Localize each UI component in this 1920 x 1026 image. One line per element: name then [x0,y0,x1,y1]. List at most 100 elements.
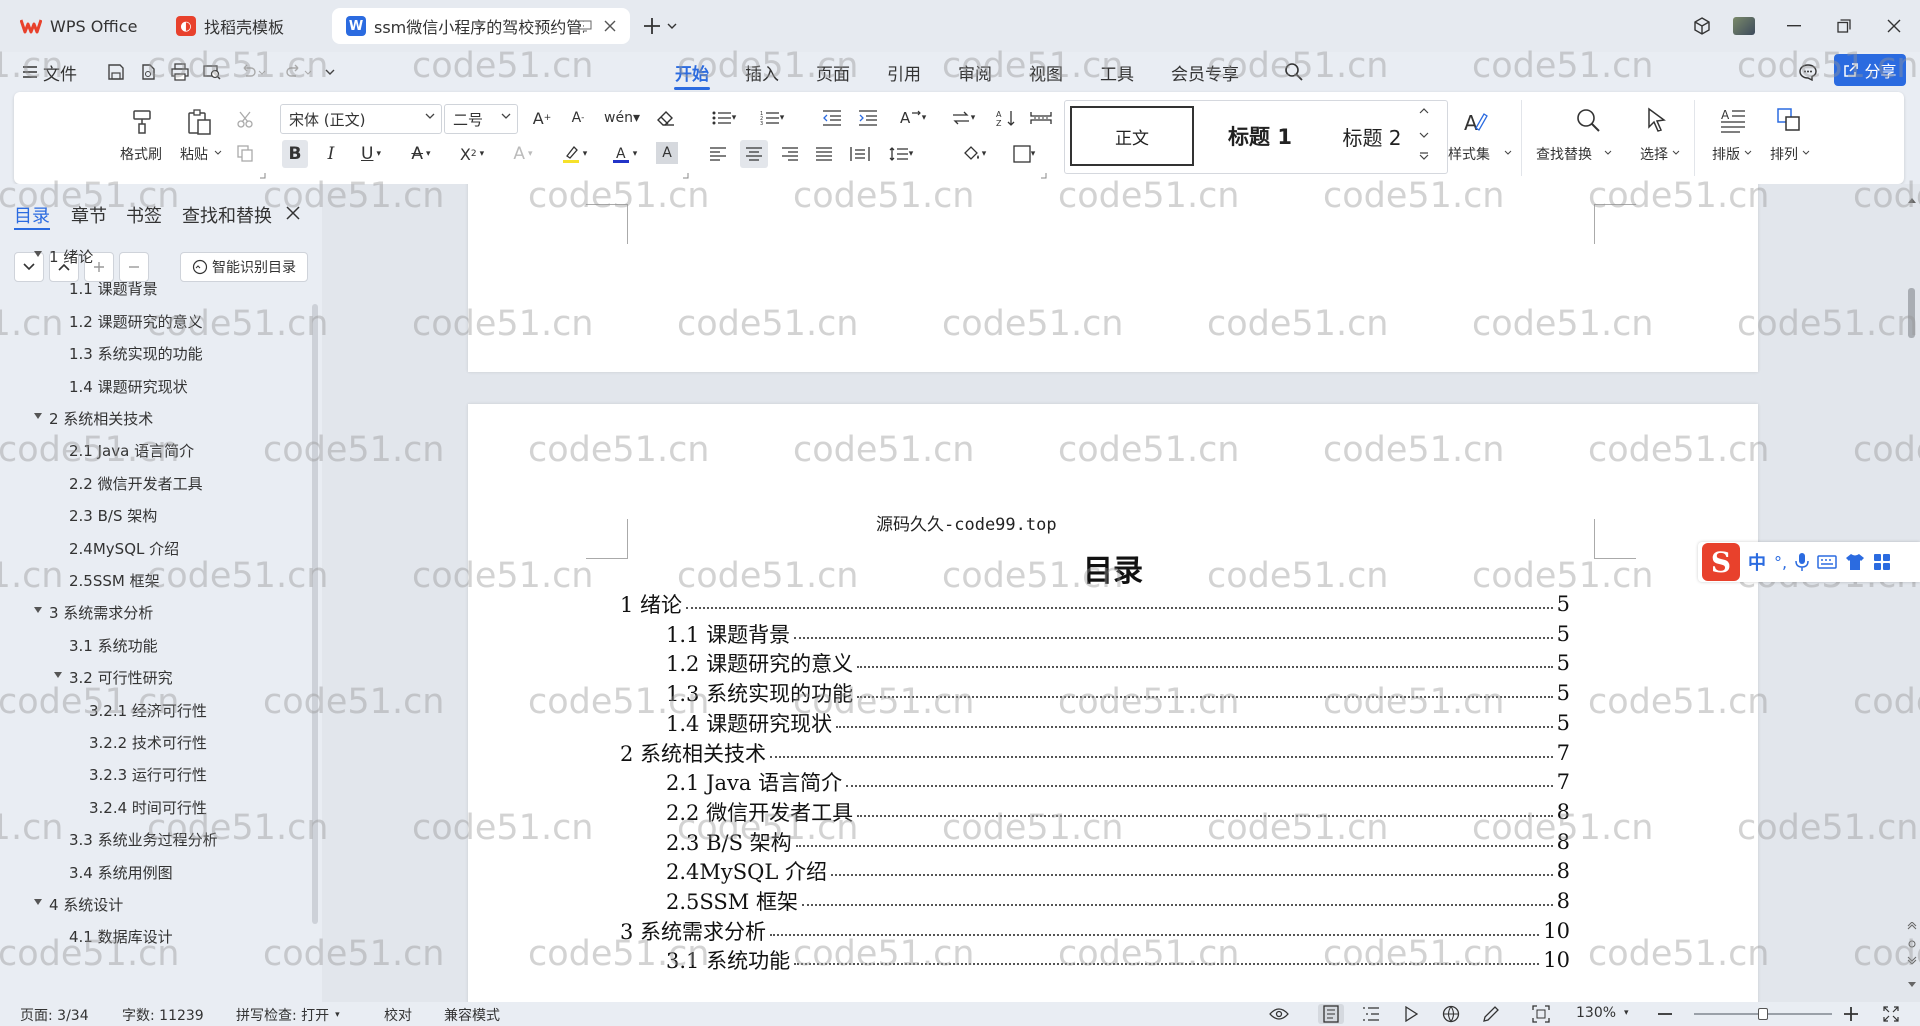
shrink-font-icon[interactable]: A- [566,106,590,130]
toc-item[interactable]: 3.2.2 技术可行性 [89,732,207,753]
font-launcher-icon[interactable] [682,172,689,179]
toc-item[interactable]: 3.1 系统功能 [69,635,158,656]
toc-entry[interactable]: 2 系统相关技术 7 [620,738,1570,768]
font-name-select[interactable]: 宋体 (正文) [280,104,442,134]
numbering-button[interactable]: 1 2 3 ▾ [754,106,790,130]
toc-entry[interactable]: 2.4MySQL 介绍 8 [620,856,1570,886]
sogou-logo-icon[interactable]: S [1702,543,1740,581]
toc-entry[interactable]: 3 系统需求分析 10 [620,916,1570,946]
file-menu[interactable]: 文件 [22,58,78,86]
style-scroll[interactable] [1416,106,1432,166]
minimize-button[interactable] [1780,12,1808,40]
page-header[interactable]: 源码久久-code99.top [876,510,1057,535]
toc-item[interactable]: 1 绪论 [34,246,93,267]
zoom-slider-thumb[interactable] [1758,1008,1768,1020]
align-right-icon[interactable] [778,142,802,166]
toc-entry[interactable]: 1.3 系统实现的功能 5 [620,678,1570,708]
line-spacing-button[interactable]: ▾ [882,142,920,166]
search-icon[interactable] [1282,60,1306,84]
select-label[interactable]: 选择 [1640,144,1668,164]
fullscreen-icon[interactable] [1880,1004,1902,1024]
toc-item[interactable]: 3.2.1 经济可行性 [89,700,207,721]
toc-item[interactable]: 1.2 课题研究的意义 [69,311,203,332]
toc-entry[interactable]: 2.3 B/S 架构 8 [620,827,1570,857]
tab-wps-office[interactable]: WPS Office [6,8,154,44]
find-replace-icon[interactable] [1572,104,1604,136]
new-tab-button[interactable] [638,12,666,40]
bullets-button[interactable]: ▾ [706,106,742,130]
spell-check-status[interactable]: 拼写检查: 打开 ▾ [236,1005,340,1025]
bold-button[interactable]: B [282,140,308,168]
style-normal[interactable]: 正文 [1070,106,1194,166]
microphone-icon[interactable] [1795,552,1809,572]
chat-icon[interactable] [1796,60,1820,84]
nav-scrollbar[interactable] [312,304,318,924]
grid-menu-icon[interactable] [1873,553,1891,571]
copy-icon[interactable] [234,142,256,164]
arrange-icon[interactable] [1774,104,1804,136]
char-shading-button[interactable]: A [656,142,678,164]
align-center-icon[interactable] [740,140,768,168]
layout-label[interactable]: 排版 [1712,144,1740,164]
restore-button[interactable] [1830,12,1858,40]
increase-indent-icon[interactable] [856,106,880,130]
toc-item[interactable]: 3.2.4 时间可行性 [89,797,207,818]
highlight-button[interactable]: ▾ [554,140,594,168]
keyboard-icon[interactable] [1817,554,1837,570]
undo-dropdown-icon[interactable] [256,60,268,84]
document-scrollbar[interactable] [1904,184,1920,1002]
expand-triangle-icon[interactable] [33,898,43,906]
menu-tab-member[interactable]: 会员专享 [1168,58,1242,86]
paste-label[interactable]: 粘贴 [180,144,208,164]
menu-tab-view[interactable]: 视图 [1026,58,1066,86]
toc-entry[interactable]: 1 绪论 5 [620,589,1570,619]
borders-button[interactable]: ▾ [1004,142,1044,166]
export-pdf-icon[interactable] [136,60,160,84]
decrease-indent-icon[interactable] [820,106,844,130]
toc-item[interactable]: 4.1 数据库设计 [69,926,173,947]
toc-item[interactable]: 2.4MySQL 介绍 [69,538,179,559]
share-button[interactable]: 分享 [1834,54,1906,86]
tab-document[interactable]: W ssm微信小程序的驾校预约管理 [332,8,630,44]
justify-icon[interactable] [812,142,836,166]
tab-list-button[interactable] [664,12,680,40]
paste-icon[interactable] [183,106,215,138]
toc-title[interactable]: 目录 [468,546,1758,590]
toc-entry[interactable]: 2.5SSM 框架 8 [620,886,1570,916]
tab-docer[interactable]: ◐ 找稻壳模板 [162,8,324,44]
italic-button[interactable]: I [318,140,344,168]
scroll-thumb[interactable] [1908,288,1915,338]
show-marks-icon[interactable] [1028,106,1054,130]
find-replace-label[interactable]: 查找替换 [1536,144,1592,164]
skin-icon[interactable] [1845,553,1865,571]
toc-item[interactable]: 2.1 Java 语言简介 [69,440,194,461]
style-set-icon[interactable]: A [1460,106,1490,138]
ime-mode[interactable]: 中 [1748,549,1766,575]
toc-item[interactable]: 4 系统设计 [34,894,123,915]
close-tab-icon[interactable] [600,16,620,36]
menu-tab-review[interactable]: 审阅 [955,58,995,86]
distributed-icon[interactable] [848,142,872,166]
fit-page-icon[interactable] [1530,1004,1552,1024]
play-icon[interactable] [1400,1004,1422,1024]
paste-dropdown-icon[interactable] [214,150,222,155]
expand-triangle-icon[interactable] [33,606,43,614]
zoom-level[interactable]: 130% ▾ [1576,1005,1629,1021]
grow-font-icon[interactable]: A + [530,106,554,130]
chinese-layout-icon[interactable]: A ▾ [894,106,932,130]
toc-item[interactable]: 3.2 可行性研究 [54,667,173,688]
toc-item[interactable]: 1.3 系统实现的功能 [69,343,203,364]
toc-item[interactable]: 3 系统需求分析 [34,602,153,623]
close-window-button[interactable] [1880,12,1908,40]
select-cursor-icon[interactable] [1642,104,1672,136]
style-set-label[interactable]: 样式集 [1448,144,1490,164]
toc-item[interactable]: 2.2 微信开发者工具 [69,473,203,494]
strikethrough-button[interactable]: A ▾ [402,140,440,168]
avatar[interactable] [1730,12,1758,40]
menu-tab-insert[interactable]: 插入 [742,58,782,86]
superscript-button[interactable]: X 2 ▾ [452,140,492,168]
zoom-out-icon[interactable] [1654,1004,1676,1024]
clear-format-icon[interactable] [654,106,678,130]
menu-tab-references[interactable]: 引用 [884,58,924,86]
cut-icon[interactable] [234,108,256,130]
